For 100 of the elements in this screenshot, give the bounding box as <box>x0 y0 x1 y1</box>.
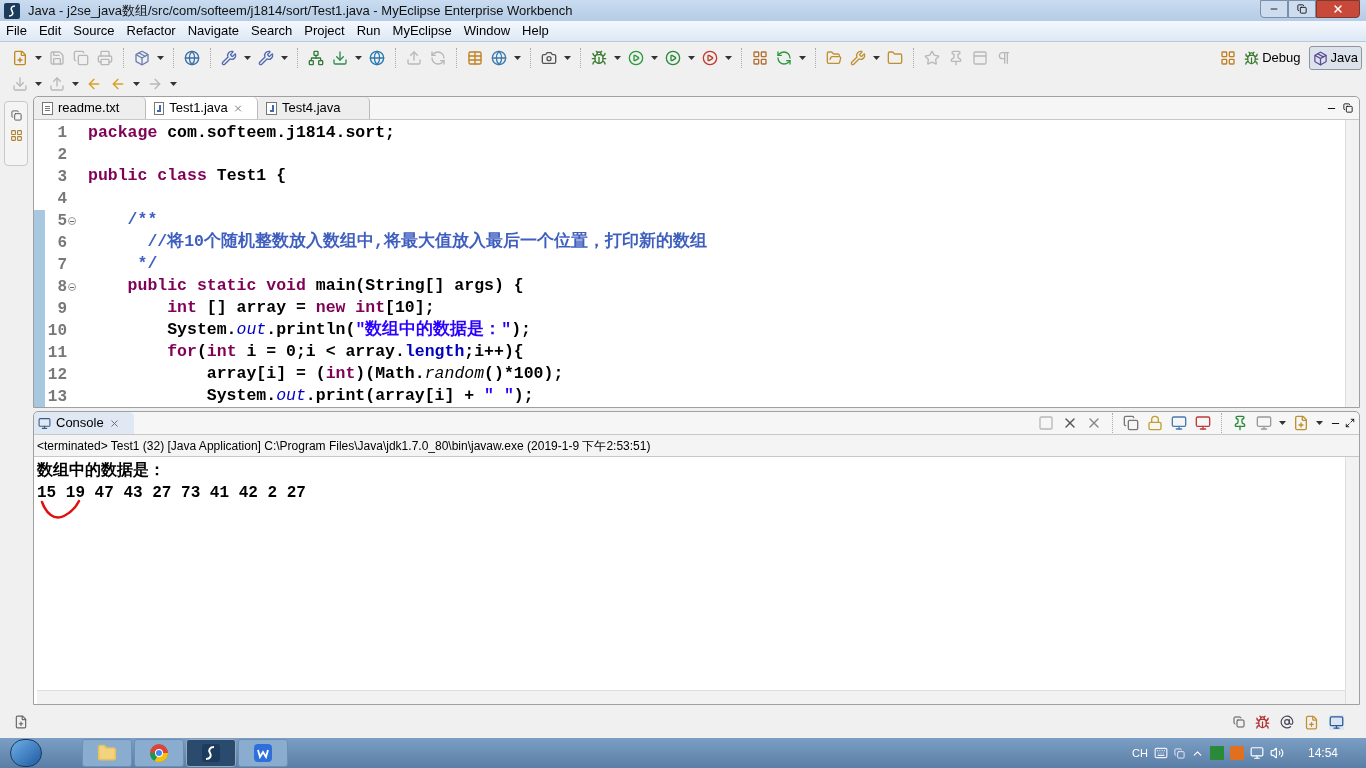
console-tab[interactable]: Console <box>34 412 134 434</box>
caret-icon[interactable] <box>355 56 362 60</box>
start-button[interactable] <box>10 739 42 767</box>
minimize-button[interactable] <box>1260 0 1288 18</box>
taskbar-app-button[interactable] <box>238 739 288 767</box>
line-number: 2 <box>56 145 67 166</box>
open-perspective-icon[interactable] <box>1220 50 1237 66</box>
line-number: 6 <box>56 233 67 254</box>
java-file-icon <box>266 101 277 115</box>
document-app-icon[interactable] <box>253 743 273 763</box>
wrench-icon[interactable] <box>221 50 237 66</box>
caret-icon[interactable] <box>614 56 621 60</box>
caret-icon[interactable] <box>72 82 79 86</box>
taskbar-app-button[interactable] <box>186 739 236 767</box>
caret-icon[interactable] <box>1316 421 1323 425</box>
line-number: 8 <box>56 277 67 298</box>
monitor-icon <box>38 416 51 430</box>
caret-icon[interactable] <box>651 56 658 60</box>
caret-icon[interactable] <box>35 56 42 60</box>
package-icon[interactable] <box>134 50 150 66</box>
keyboard-icon[interactable] <box>1153 746 1168 760</box>
camera-icon[interactable] <box>541 50 557 66</box>
caret-icon[interactable] <box>157 56 164 60</box>
editor-tab[interactable]: readme.txt <box>34 97 146 119</box>
caret-icon[interactable] <box>799 56 806 60</box>
new-file-icon[interactable] <box>12 50 28 66</box>
code-line: array[i] = (int)(Math.random()*100); <box>205 362 564 385</box>
scroll-lock-icon[interactable] <box>1147 415 1163 431</box>
menu-item[interactable]: Search <box>245 21 299 41</box>
console-status: <terminated> Test1 (32) [Java Application] C:\Program Files\Java\jdk1.7.0_80\bin\javaw.exe (2019-1-9 下午2:53:51) <box>34 434 1359 456</box>
menu-item[interactable]: Edit <box>32 21 68 41</box>
caret-icon[interactable] <box>725 56 732 60</box>
pen-annotation-drawing <box>40 499 82 521</box>
restore-icon <box>1297 4 1307 14</box>
caret-icon[interactable] <box>244 56 251 60</box>
menu-item[interactable]: Help <box>516 21 555 41</box>
code-line: System.out.println("数组中的数据是："); <box>166 318 531 341</box>
restore-icon[interactable] <box>10 110 22 121</box>
debug-icon[interactable] <box>591 50 607 66</box>
window-icon[interactable] <box>1173 747 1185 759</box>
code-line: int [] array = new int[10]; <box>166 296 435 319</box>
bug-icon <box>1244 50 1260 66</box>
caret-icon[interactable] <box>688 56 695 60</box>
menu-item[interactable]: Refactor <box>120 21 182 41</box>
cube-icon <box>1312 50 1328 66</box>
editor-tab[interactable]: Test1.java <box>146 97 258 119</box>
perspective-button[interactable]: Java <box>1308 46 1362 70</box>
caret-icon[interactable] <box>1279 421 1286 425</box>
menu-item[interactable]: Run <box>350 21 387 41</box>
folder-icon[interactable] <box>887 50 903 66</box>
code-line: System.out.print(array[i] + " "); <box>205 384 534 407</box>
maximize-icon[interactable] <box>1345 418 1355 428</box>
horizontal-scrollbar[interactable] <box>37 690 1345 704</box>
caret-icon[interactable] <box>170 82 177 86</box>
menu-item[interactable]: Source <box>67 21 121 41</box>
ide-icon[interactable] <box>201 743 221 763</box>
console-output-line: 15 19 47 43 27 73 41 42 2 27 <box>37 483 307 503</box>
volume-icon[interactable] <box>1269 746 1284 760</box>
vertical-scrollbar[interactable] <box>1345 457 1359 704</box>
line-number: 13 <box>46 387 67 407</box>
console-icon[interactable] <box>1329 714 1344 730</box>
code-line: for(int i = 0;i < array.length;i++){ <box>166 340 524 363</box>
pin-icon[interactable] <box>1232 415 1248 431</box>
back-icon[interactable] <box>110 76 126 92</box>
external-tools-icon[interactable] <box>702 50 718 66</box>
run-history-icon[interactable] <box>665 50 681 66</box>
editor-tab[interactable]: Test4.java <box>258 97 370 119</box>
import-icon[interactable] <box>332 50 348 66</box>
menu-item[interactable]: Navigate <box>181 21 245 41</box>
close-button[interactable] <box>1316 0 1360 18</box>
close-tab-icon[interactable] <box>108 417 120 429</box>
caret-icon[interactable] <box>35 82 42 86</box>
text-file-icon <box>42 101 53 115</box>
caret-icon[interactable] <box>281 56 288 60</box>
line-number: 12 <box>46 365 67 386</box>
caret-icon[interactable] <box>873 56 880 60</box>
menu-item[interactable]: Project <box>298 21 351 41</box>
web-icon[interactable] <box>491 50 507 66</box>
perspective-button[interactable]: Debug <box>1240 46 1305 70</box>
vertical-scrollbar[interactable] <box>1345 120 1359 407</box>
menu-item[interactable]: MyEclipse <box>386 21 458 41</box>
caret-icon[interactable] <box>564 56 571 60</box>
restore-icon[interactable] <box>1233 716 1245 728</box>
menu-item[interactable]: File <box>0 21 33 41</box>
restore-button[interactable] <box>1288 0 1316 18</box>
caret-icon[interactable] <box>133 82 140 86</box>
code-line: //将10个随机整数放入数组中,将最大值放入最后一个位置，打印新的数组 <box>146 230 707 253</box>
close-tab-icon[interactable] <box>232 102 243 114</box>
line-number: 7 <box>56 255 67 276</box>
run-icon[interactable] <box>628 50 644 66</box>
line-number: 11 <box>46 343 67 364</box>
line-number: 4 <box>56 189 67 210</box>
browser-icon[interactable] <box>149 743 169 763</box>
globe-icon[interactable] <box>369 50 385 66</box>
menu-item[interactable]: Window <box>457 21 517 41</box>
caret-icon[interactable] <box>514 56 521 60</box>
maximize-icon[interactable] <box>1343 103 1353 113</box>
line-number: 9 <box>56 299 67 320</box>
line-number: 5 <box>56 211 67 232</box>
close-icon <box>1332 3 1344 15</box>
